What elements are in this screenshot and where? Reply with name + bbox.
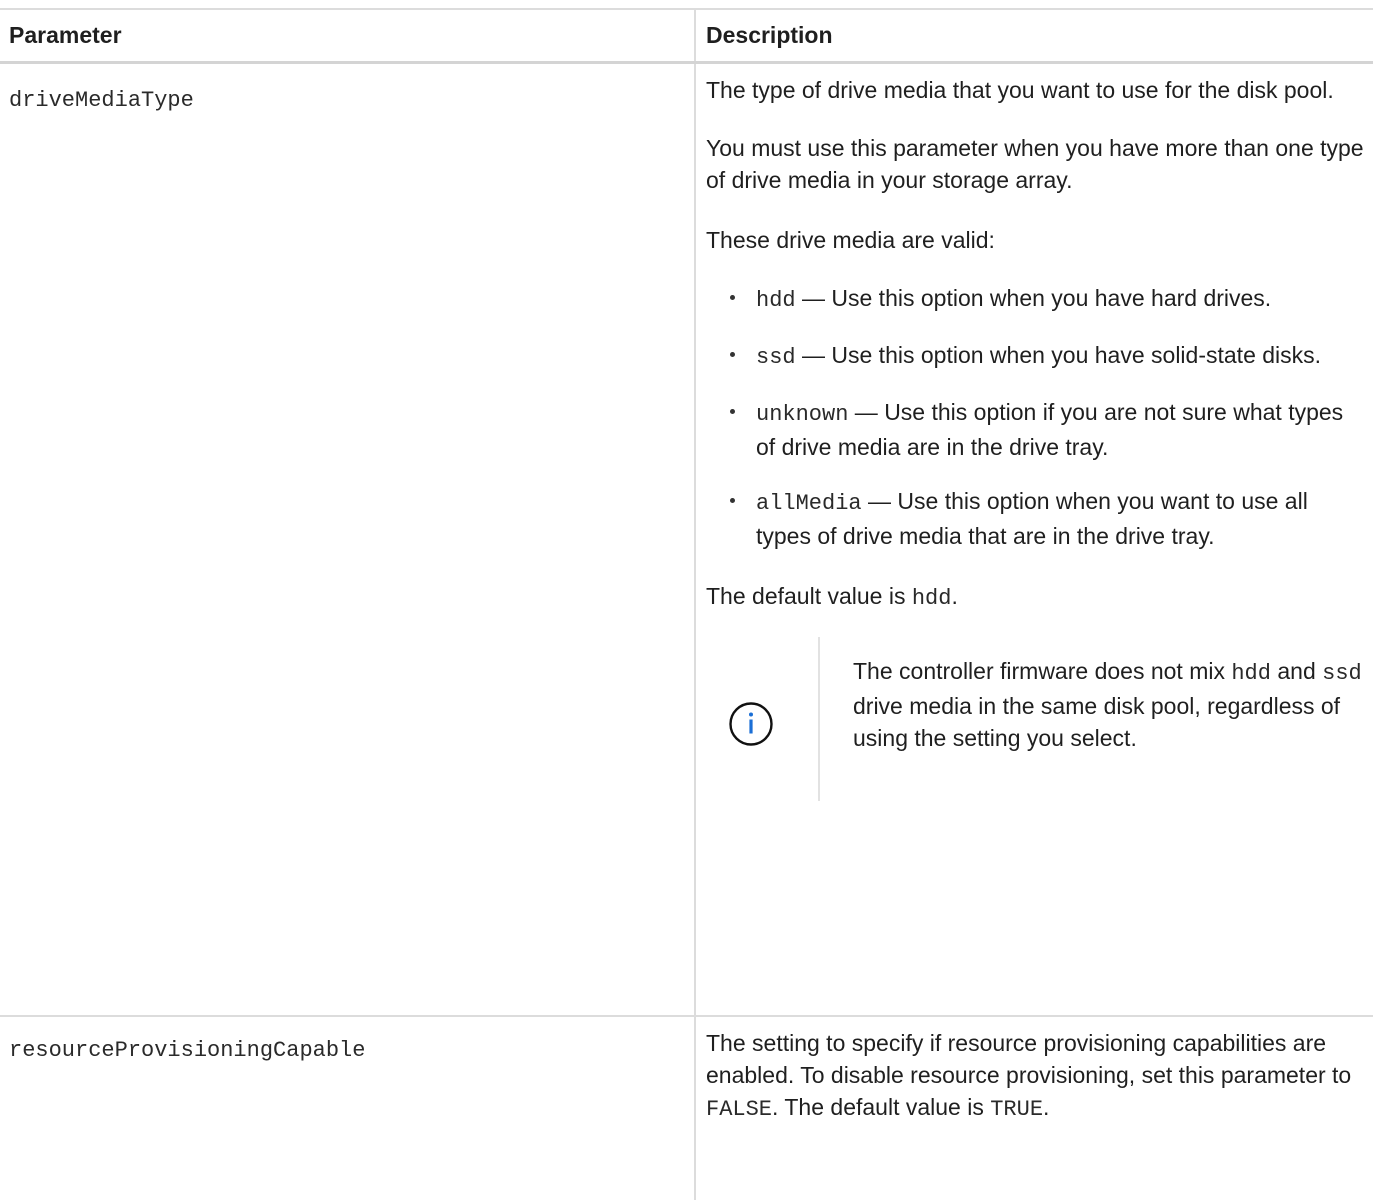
option-text: — Use this option when you have hard dri…: [795, 285, 1272, 311]
list-item: ssd — Use this option when you have soli…: [706, 339, 1367, 374]
description-text: The setting to specify if resource provi…: [706, 1027, 1367, 1126]
default-code: hdd: [911, 586, 952, 611]
header-description: Description: [706, 22, 833, 48]
table-row: driveMediaType The type of drive media t…: [0, 64, 1373, 1017]
description-cell: The setting to specify if resource provi…: [696, 1017, 1373, 1200]
note-code: ssd: [1322, 661, 1362, 686]
bullet-icon: [730, 498, 735, 503]
parameter-cell: driveMediaType: [0, 64, 696, 1015]
inline-code: TRUE: [990, 1097, 1044, 1122]
default-prefix: The default value is: [706, 583, 912, 609]
bullet-icon: [730, 352, 735, 357]
list-item: unknown — Use this option if you are not…: [706, 396, 1367, 463]
description-intro: The type of drive media that you want to…: [706, 77, 1334, 103]
note-text-part: The controller firmware does not mix: [853, 658, 1232, 684]
list-item: allMedia — Use this option when you want…: [706, 485, 1367, 552]
note-text: The controller firmware does not mix hdd…: [853, 655, 1363, 754]
description-part: .: [1043, 1094, 1050, 1120]
option-code: unknown: [756, 402, 849, 427]
description-requirement: You must use this parameter when you hav…: [706, 135, 1364, 193]
header-parameter: Parameter: [0, 10, 696, 61]
option-code: hdd: [756, 288, 796, 313]
list-item: hdd — Use this option when you have hard…: [706, 282, 1367, 317]
doc-page: Parameter Description driveMediaType The…: [0, 0, 1373, 1200]
note-divider: [818, 637, 820, 801]
option-code: allMedia: [756, 491, 862, 516]
bullet-icon: [730, 409, 735, 414]
default-value-text: The default value is hdd.: [706, 580, 1367, 615]
note-text-part: and: [1270, 658, 1323, 684]
note-admonition: The controller firmware does not mix hdd…: [706, 637, 1367, 801]
table-row: resourceProvisioningCapable The setting …: [0, 1017, 1373, 1200]
table-header: Parameter Description: [0, 10, 1373, 64]
description-cell: The type of drive media that you want to…: [696, 64, 1373, 1015]
media-options-list: hdd — Use this option when you have hard…: [706, 282, 1367, 552]
inline-code: FALSE: [706, 1097, 773, 1122]
parameter-name: resourceProvisioningCapable: [9, 1038, 366, 1063]
parameter-cell: resourceProvisioningCapable: [0, 1017, 696, 1200]
description-part: The setting to specify if resource provi…: [706, 1030, 1352, 1088]
bullet-icon: [730, 295, 735, 300]
info-icon: [728, 701, 774, 747]
note-code: hdd: [1231, 661, 1271, 686]
note-text-part: drive media in the same disk pool, regar…: [853, 693, 1341, 751]
default-suffix: .: [951, 583, 958, 609]
parameters-table: Parameter Description driveMediaType The…: [0, 8, 1373, 1200]
parameter-name: driveMediaType: [9, 88, 194, 113]
option-text: — Use this option when you have solid-st…: [795, 342, 1322, 368]
description-part: . The default value is: [772, 1094, 991, 1120]
description-valid-label: These drive media are valid:: [706, 227, 995, 253]
option-code: ssd: [756, 345, 796, 370]
